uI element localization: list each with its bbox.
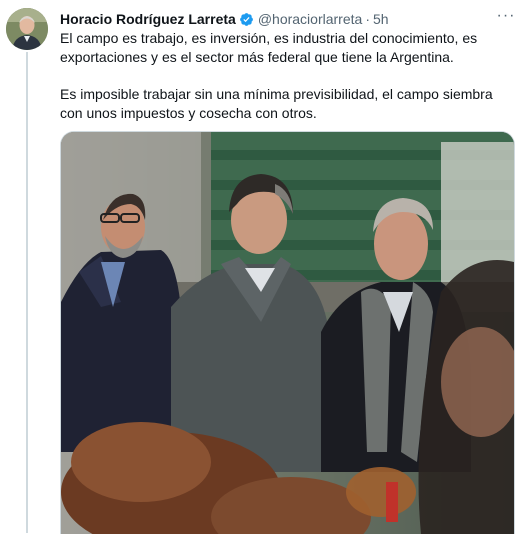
tweet-text-paragraph-2: Es imposible trabajar sin una mínima pre… <box>60 86 493 121</box>
thread-line <box>26 52 28 533</box>
author-name[interactable]: Horacio Rodríguez Larreta <box>60 11 236 27</box>
tweet-card[interactable]: Horacio Rodríguez Larreta @horaciorlarre… <box>0 0 520 534</box>
tweet-timestamp[interactable]: 5h <box>373 11 389 27</box>
verified-badge-icon <box>239 12 254 27</box>
tweet-header: Horacio Rodríguez Larreta @horaciorlarre… <box>60 9 389 29</box>
tweet-photo[interactable] <box>60 131 515 534</box>
header-separator: · <box>365 11 370 27</box>
author-handle[interactable]: @horaciorlarreta <box>258 11 362 27</box>
avatar[interactable] <box>6 8 48 50</box>
photo-image <box>61 132 514 534</box>
tweet-text-paragraph-1: El campo es trabajo, es inversión, es in… <box>60 30 478 65</box>
more-options-icon[interactable]: ··· <box>494 8 518 28</box>
